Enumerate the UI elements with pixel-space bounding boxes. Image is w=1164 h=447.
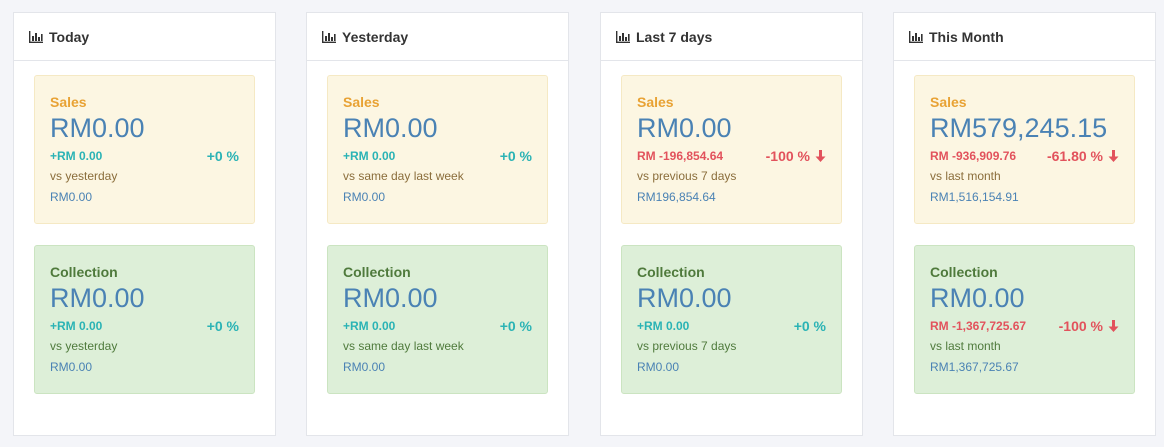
card-title: Sales [637, 94, 674, 110]
panel-header: Today [14, 13, 275, 61]
panel-header: This Month [894, 13, 1155, 61]
change-percent: -100 % [766, 148, 826, 164]
change-amount: +RM 0.00 [343, 319, 396, 333]
change-row: +RM 0.00 +0 % [50, 146, 239, 166]
change-percent: +0 % [206, 318, 239, 334]
change-amount: RM -936,909.76 [930, 149, 1017, 163]
change-row: RM -936,909.76 -61.80 % [930, 146, 1119, 166]
comparison-label: vs same day last week [343, 169, 464, 183]
sales-card: Sales RM0.00 RM -196,854.64 -100 % vs pr… [621, 75, 842, 224]
panel-title: Yesterday [342, 28, 409, 45]
arrow-down-icon [815, 150, 826, 162]
change-amount: +RM 0.00 [50, 149, 103, 163]
panel-header: Yesterday [307, 13, 568, 61]
change-row: +RM 0.00 +0 % [343, 146, 532, 166]
previous-amount: RM0.00 [637, 360, 680, 374]
panel-title: This Month [929, 28, 1004, 45]
change-amount: +RM 0.00 [343, 149, 396, 163]
panel-this-month: This Month Sales RM579,245.15 RM -936,90… [893, 12, 1156, 436]
previous-amount: RM0.00 [343, 360, 386, 374]
collection-card: Collection RM0.00 +RM 0.00 +0 % vs previ… [621, 245, 842, 394]
comparison-label: vs same day last week [343, 339, 464, 353]
collection-amount: RM0.00 [637, 283, 732, 313]
comparison-label: vs previous 7 days [637, 339, 737, 353]
card-title: Collection [637, 264, 705, 280]
panel-last-7-days: Last 7 days Sales RM0.00 RM -196,854.64 … [600, 12, 863, 436]
change-row: RM -1,367,725.67 -100 % [930, 316, 1119, 336]
sales-amount: RM0.00 [343, 113, 438, 143]
panel-yesterday: Yesterday Sales RM0.00 +RM 0.00 +0 % vs … [306, 12, 569, 436]
sales-card: Sales RM0.00 +RM 0.00 +0 % vs same day l… [327, 75, 548, 224]
collection-card: Collection RM0.00 RM -1,367,725.67 -100 … [914, 245, 1135, 394]
sales-amount: RM0.00 [50, 113, 145, 143]
panel-today: Today Sales RM0.00 +RM 0.00 +0 % vs yest… [13, 12, 276, 436]
panel-header: Last 7 days [601, 13, 862, 61]
sales-amount: RM0.00 [637, 113, 732, 143]
bar-chart-icon [909, 30, 923, 43]
previous-amount: RM1,516,154.91 [930, 190, 1019, 204]
comparison-label: vs last month [930, 169, 1001, 183]
card-title: Sales [930, 94, 967, 110]
comparison-label: vs last month [930, 339, 1001, 353]
card-title: Sales [50, 94, 87, 110]
bar-chart-icon [29, 30, 43, 43]
arrow-down-icon [1108, 320, 1119, 332]
comparison-label: vs yesterday [50, 339, 118, 353]
collection-amount: RM0.00 [50, 283, 145, 313]
change-percent: +0 % [499, 318, 532, 334]
dashboard-panels: Today Sales RM0.00 +RM 0.00 +0 % vs yest… [0, 0, 1164, 447]
bar-chart-icon [616, 30, 630, 43]
card-title: Collection [50, 264, 118, 280]
collection-card: Collection RM0.00 +RM 0.00 +0 % vs yeste… [34, 245, 255, 394]
change-row: +RM 0.00 +0 % [343, 316, 532, 336]
previous-amount: RM0.00 [343, 190, 386, 204]
previous-amount: RM0.00 [50, 190, 93, 204]
change-amount: +RM 0.00 [637, 319, 690, 333]
change-row: RM -196,854.64 -100 % [637, 146, 826, 166]
comparison-label: vs yesterday [50, 169, 118, 183]
change-percent: -100 % [1059, 318, 1119, 334]
change-row: +RM 0.00 +0 % [637, 316, 826, 336]
change-percent: +0 % [793, 318, 826, 334]
collection-amount: RM0.00 [930, 283, 1025, 313]
previous-amount: RM0.00 [50, 360, 93, 374]
arrow-down-icon [1108, 150, 1119, 162]
previous-amount: RM196,854.64 [637, 190, 716, 204]
previous-amount: RM1,367,725.67 [930, 360, 1019, 374]
sales-card: Sales RM0.00 +RM 0.00 +0 % vs yesterday … [34, 75, 255, 224]
change-percent: -61.80 % [1047, 148, 1119, 164]
sales-card: Sales RM579,245.15 RM -936,909.76 -61.80… [914, 75, 1135, 224]
panel-title: Today [49, 28, 90, 45]
sales-amount: RM579,245.15 [930, 113, 1108, 143]
change-row: +RM 0.00 +0 % [50, 316, 239, 336]
change-amount: +RM 0.00 [50, 319, 103, 333]
bar-chart-icon [322, 30, 336, 43]
change-percent: +0 % [206, 148, 239, 164]
card-title: Sales [343, 94, 380, 110]
panel-title: Last 7 days [636, 28, 713, 45]
card-title: Collection [343, 264, 411, 280]
card-title: Collection [930, 264, 998, 280]
change-amount: RM -196,854.64 [637, 149, 724, 163]
change-percent: +0 % [499, 148, 532, 164]
collection-card: Collection RM0.00 +RM 0.00 +0 % vs same … [327, 245, 548, 394]
comparison-label: vs previous 7 days [637, 169, 737, 183]
collection-amount: RM0.00 [343, 283, 438, 313]
change-amount: RM -1,367,725.67 [930, 319, 1027, 333]
